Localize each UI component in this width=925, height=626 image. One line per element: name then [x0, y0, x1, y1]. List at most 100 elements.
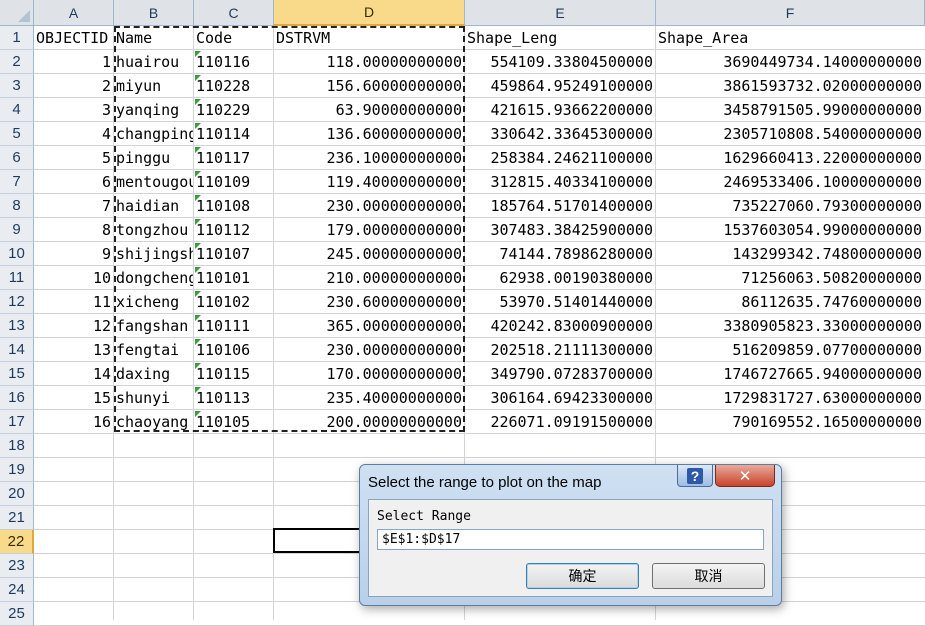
cell-c6[interactable]: 110117 [194, 146, 273, 170]
cell-d8[interactable]: 230.00000000000 [274, 194, 464, 218]
cell-b12[interactable]: xicheng [114, 290, 193, 314]
cell-e12[interactable]: 53970.51401440000 [465, 290, 655, 314]
cell-c1[interactable]: Code [194, 26, 273, 50]
cell-a5[interactable]: 4 [34, 122, 113, 146]
cell-a14[interactable]: 13 [34, 338, 113, 362]
cell-f9[interactable]: 1537603054.99000000000 [656, 218, 924, 242]
cell-e10[interactable]: 74144.78986280000 [465, 242, 655, 266]
cell-c17[interactable]: 110105 [194, 410, 273, 434]
cancel-button[interactable]: 取消 [652, 563, 765, 589]
cell-a15[interactable]: 14 [34, 362, 113, 386]
row-header-12[interactable]: 12 [0, 290, 34, 314]
cell-c12[interactable]: 110102 [194, 290, 273, 314]
help-button[interactable]: ? [677, 465, 713, 487]
cell-a17[interactable]: 16 [34, 410, 113, 434]
cell-d15[interactable]: 170.00000000000 [274, 362, 464, 386]
row-header-22[interactable]: 22 [0, 530, 34, 554]
cell-b9[interactable]: tongzhou [114, 218, 193, 242]
cell-a3[interactable]: 2 [34, 74, 113, 98]
row-header-17[interactable]: 17 [0, 410, 34, 434]
cell-f14[interactable]: 516209859.07700000000 [656, 338, 924, 362]
column-header-e[interactable]: E [465, 0, 656, 26]
cell-d2[interactable]: 118.00000000000 [274, 50, 464, 74]
cell-b16[interactable]: shunyi [114, 386, 193, 410]
row-header-1[interactable]: 1 [0, 26, 34, 50]
cell-c5[interactable]: 110114 [194, 122, 273, 146]
cell-b11[interactable]: dongcheng [114, 266, 193, 290]
cell-d9[interactable]: 179.00000000000 [274, 218, 464, 242]
cell-a4[interactable]: 3 [34, 98, 113, 122]
cell-a9[interactable]: 8 [34, 218, 113, 242]
cell-b3[interactable]: miyun [114, 74, 193, 98]
cell-f15[interactable]: 1746727665.94000000000 [656, 362, 924, 386]
cell-c9[interactable]: 110112 [194, 218, 273, 242]
cell-a16[interactable]: 15 [34, 386, 113, 410]
cell-a8[interactable]: 7 [34, 194, 113, 218]
cell-f7[interactable]: 2469533406.10000000000 [656, 170, 924, 194]
cell-d1[interactable]: DSTRVM [274, 26, 464, 50]
row-header-8[interactable]: 8 [0, 194, 34, 218]
cell-d16[interactable]: 235.40000000000 [274, 386, 464, 410]
cell-a6[interactable]: 5 [34, 146, 113, 170]
cell-c13[interactable]: 110111 [194, 314, 273, 338]
cell-d5[interactable]: 136.60000000000 [274, 122, 464, 146]
cell-f10[interactable]: 143299342.74800000000 [656, 242, 924, 266]
row-header-20[interactable]: 20 [0, 482, 34, 506]
cell-b1[interactable]: Name [114, 26, 193, 50]
cell-e17[interactable]: 226071.09191500000 [465, 410, 655, 434]
cell-c14[interactable]: 110106 [194, 338, 273, 362]
column-header-b[interactable]: B [114, 0, 194, 26]
cell-b2[interactable]: huairou [114, 50, 193, 74]
cell-f6[interactable]: 1629660413.22000000000 [656, 146, 924, 170]
active-cell-d22[interactable] [273, 528, 365, 553]
cell-d11[interactable]: 210.00000000000 [274, 266, 464, 290]
column-header-c[interactable]: C [194, 0, 274, 26]
cell-d3[interactable]: 156.60000000000 [274, 74, 464, 98]
cell-b4[interactable]: yanqing [114, 98, 193, 122]
close-button[interactable]: ✕ [715, 465, 775, 487]
cell-e9[interactable]: 307483.38425900000 [465, 218, 655, 242]
column-header-d[interactable]: D [274, 0, 465, 26]
cell-a1[interactable]: OBJECTID [34, 26, 113, 50]
row-header-18[interactable]: 18 [0, 434, 34, 458]
row-header-9[interactable]: 9 [0, 218, 34, 242]
row-header-19[interactable]: 19 [0, 458, 34, 482]
row-header-23[interactable]: 23 [0, 554, 34, 578]
cell-e14[interactable]: 202518.21111300000 [465, 338, 655, 362]
cell-e15[interactable]: 349790.07283700000 [465, 362, 655, 386]
column-header-a[interactable]: A [34, 0, 114, 26]
cell-b14[interactable]: fengtai [114, 338, 193, 362]
cell-a2[interactable]: 1 [34, 50, 113, 74]
cell-b13[interactable]: fangshan [114, 314, 193, 338]
row-header-15[interactable]: 15 [0, 362, 34, 386]
cell-f17[interactable]: 790169552.16500000000 [656, 410, 924, 434]
cell-f5[interactable]: 2305710808.54000000000 [656, 122, 924, 146]
cell-e1[interactable]: Shape_Leng [465, 26, 655, 50]
cell-f13[interactable]: 3380905823.33000000000 [656, 314, 924, 338]
row-header-21[interactable]: 21 [0, 506, 34, 530]
column-header-f[interactable]: F [656, 0, 925, 26]
row-header-13[interactable]: 13 [0, 314, 34, 338]
cell-e8[interactable]: 185764.51701400000 [465, 194, 655, 218]
cell-a12[interactable]: 11 [34, 290, 113, 314]
cell-c16[interactable]: 110113 [194, 386, 273, 410]
row-header-7[interactable]: 7 [0, 170, 34, 194]
range-input[interactable]: $E$1:$D$17 [377, 529, 764, 550]
cell-e3[interactable]: 459864.95249100000 [465, 74, 655, 98]
cell-d14[interactable]: 230.00000000000 [274, 338, 464, 362]
cell-f2[interactable]: 3690449734.14000000000 [656, 50, 924, 74]
cell-c10[interactable]: 110107 [194, 242, 273, 266]
cell-e6[interactable]: 258384.24621100000 [465, 146, 655, 170]
cell-f1[interactable]: Shape_Area [656, 26, 924, 50]
cell-e13[interactable]: 420242.83000900000 [465, 314, 655, 338]
select-all-corner[interactable] [0, 0, 34, 26]
row-header-24[interactable]: 24 [0, 578, 34, 602]
cell-e11[interactable]: 62938.00190380000 [465, 266, 655, 290]
cell-b5[interactable]: changping [114, 122, 193, 146]
cell-d13[interactable]: 365.00000000000 [274, 314, 464, 338]
cell-f3[interactable]: 3861593732.02000000000 [656, 74, 924, 98]
cell-a11[interactable]: 10 [34, 266, 113, 290]
cell-e5[interactable]: 330642.33645300000 [465, 122, 655, 146]
cell-c7[interactable]: 110109 [194, 170, 273, 194]
cell-c2[interactable]: 110116 [194, 50, 273, 74]
